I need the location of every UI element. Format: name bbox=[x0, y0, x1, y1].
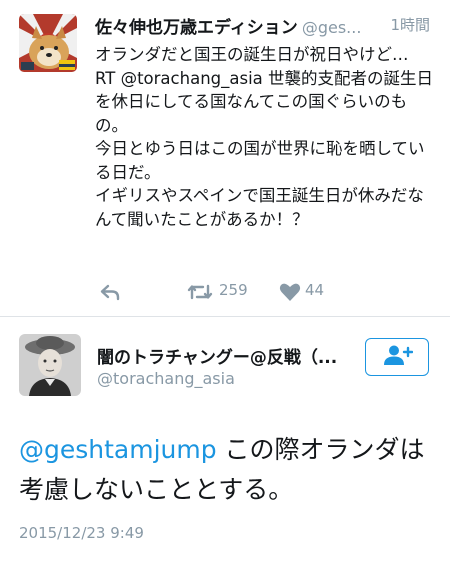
tweet-1-header: 佐々伸也万歳エディション @ges... 1時間 bbox=[95, 13, 440, 39]
author-handle[interactable]: @torachang_asia bbox=[97, 369, 235, 388]
author-avatar[interactable] bbox=[19, 334, 81, 396]
dog-avatar-image bbox=[19, 14, 77, 72]
author-name[interactable]: 佐々伸也万歳エディション bbox=[95, 18, 298, 38]
tweet-1[interactable]: 佐々伸也万歳エディション @ges... 1時間 オランダだと国王の誕生日が祝日や… bbox=[0, 0, 450, 316]
heart-icon[interactable] bbox=[279, 282, 301, 302]
tweet-divider bbox=[0, 316, 450, 317]
tweet-2-text: @geshtamjump この際オランダは考慮しないこととする。 bbox=[19, 430, 439, 510]
tweet-date: 2015/12/23 9:49 bbox=[19, 524, 144, 542]
reply-icon[interactable] bbox=[99, 282, 121, 302]
mention-link[interactable]: @geshtamjump bbox=[19, 435, 217, 464]
author-handle[interactable]: @ges... bbox=[302, 18, 362, 37]
follow-button[interactable] bbox=[365, 338, 429, 376]
tweet-timestamp[interactable]: 1時間 bbox=[390, 14, 430, 35]
tweet-text-line: RT @torachang_asia 世襲的支配者の誕生日を休日にしてる国なんて… bbox=[95, 68, 434, 135]
tweet-text-line: オランダだと国王の誕生日が祝日やけど… bbox=[95, 45, 409, 64]
tweet-actions: 259 44 bbox=[95, 280, 395, 304]
retweet-count: 259 bbox=[219, 281, 248, 299]
portrait-avatar-image bbox=[19, 334, 81, 396]
tweet-text-line: イギリスやスペインで国王誕生日が休みだなんて聞いたことがあるか！？ bbox=[95, 186, 424, 229]
add-user-icon bbox=[381, 344, 414, 370]
retweet-icon[interactable] bbox=[187, 282, 213, 302]
author-name[interactable]: 闇のトラチャングー@反戦（... bbox=[97, 343, 352, 368]
author-avatar[interactable] bbox=[19, 14, 77, 72]
like-count: 44 bbox=[305, 281, 325, 299]
tweet-text-line: 今日とゆう日はこの国が世界に恥を晒している日だ。 bbox=[95, 139, 425, 182]
tweet-1-text: オランダだと国王の誕生日が祝日やけど… RT @torachang_asia 世… bbox=[95, 43, 435, 231]
